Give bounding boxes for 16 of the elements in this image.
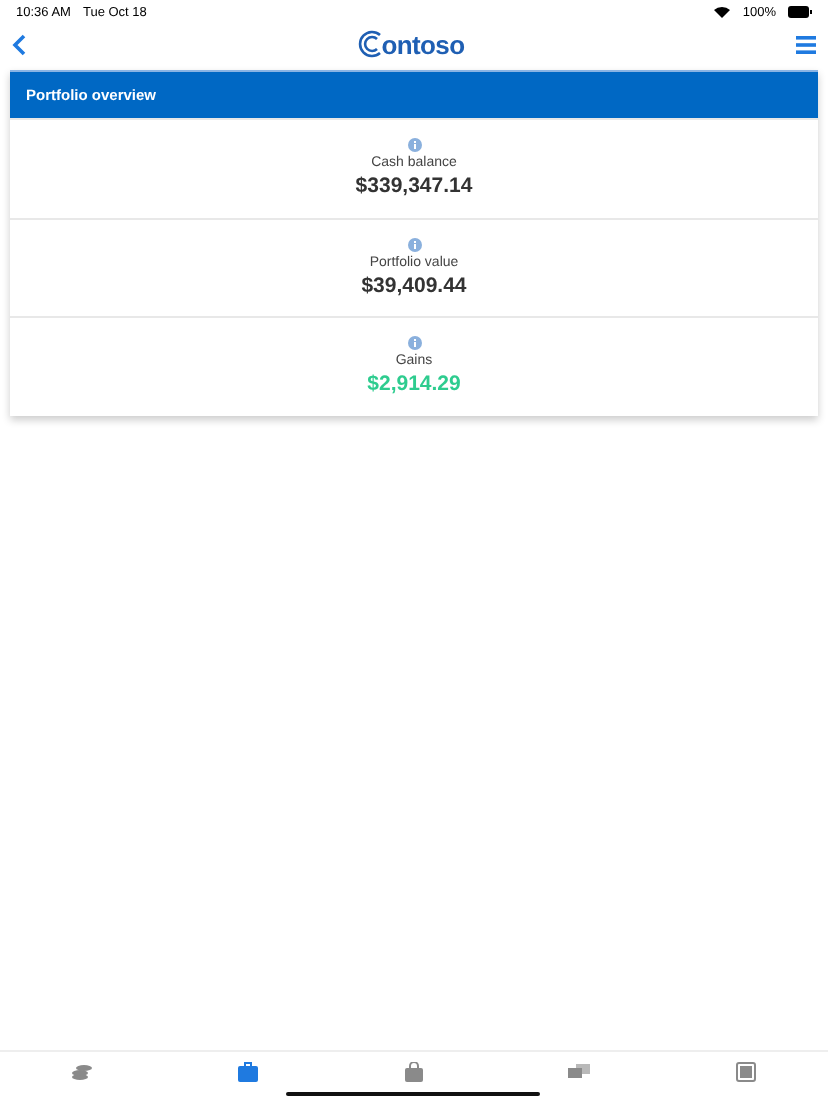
briefcase-tab[interactable] <box>236 1062 261 1082</box>
menu-icon[interactable] <box>796 35 816 53</box>
company-logo: ontoso <box>357 29 465 59</box>
calculator-tab[interactable] <box>733 1062 758 1082</box>
metric-value: $39,409.44 <box>361 273 467 298</box>
info-icon[interactable] <box>407 336 421 351</box>
coins-tab[interactable] <box>70 1062 95 1082</box>
back-icon[interactable] <box>12 33 26 55</box>
bag-tab[interactable] <box>401 1062 426 1082</box>
exchange-tab[interactable] <box>567 1062 592 1082</box>
info-icon[interactable] <box>407 237 421 252</box>
wifi-icon <box>714 6 731 18</box>
metric-value: $339,347.14 <box>355 174 473 199</box>
metric-value: $2,914.29 <box>367 372 461 397</box>
info-icon[interactable] <box>407 138 421 153</box>
battery-icon <box>788 6 812 18</box>
